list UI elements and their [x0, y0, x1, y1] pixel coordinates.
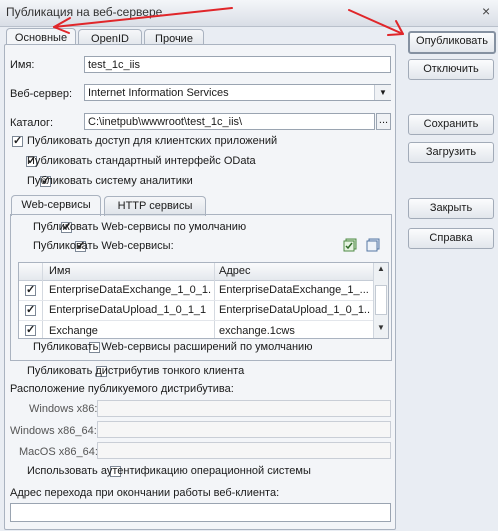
row-checkbox[interactable] — [25, 303, 36, 316]
client-access-label: Публиковать доступ для клиентских прилож… — [27, 135, 278, 147]
ws-default-label: Публиковать Web-сервисы по умолчанию — [33, 221, 247, 233]
win64-label: Windows x86_64: — [10, 425, 97, 437]
arrow-to-publish-button — [348, 9, 404, 35]
os-auth-label: Использовать аутентификацию операционной… — [27, 465, 311, 477]
browse-button[interactable]: ... — [376, 113, 391, 130]
uncheck-all-icon[interactable] — [366, 238, 380, 252]
table-row[interactable]: EnterpriseDataExchange_1_0_1... Enterpri… — [19, 281, 373, 300]
analytics-label: Публиковать систему аналитики — [27, 175, 193, 187]
table-scrollbar[interactable]: ▲ ▼ — [373, 263, 388, 338]
row-checkbox[interactable] — [25, 323, 36, 336]
ws-extensions-label: Публиковать Web-сервисы расширений по ум… — [33, 341, 313, 353]
table-row[interactable]: EnterpriseDataUpload_1_0_1_1 EnterpriseD… — [19, 301, 373, 320]
scroll-down-icon[interactable]: ▼ — [374, 323, 388, 336]
win86-label: Windows x86: — [29, 403, 98, 415]
tab-web-services[interactable]: Web-сервисы — [11, 195, 101, 216]
tab-web-services-label: Web-сервисы — [21, 199, 91, 211]
webserver-label: Веб-сервер: — [10, 88, 73, 100]
webserver-select[interactable]: Internet Information Services — [84, 84, 391, 101]
row-address: exchange.1cws — [219, 325, 295, 337]
row-address: EnterpriseDataExchange_1_... — [219, 284, 369, 296]
catalog-input[interactable]: C:\inetpub\wwwroot\test_1c_iis\ — [84, 113, 375, 130]
catalog-label: Каталог: — [10, 117, 54, 129]
row-name: Exchange — [49, 325, 98, 337]
table-row[interactable]: Exchange exchange.1cws — [19, 321, 373, 338]
row-name: EnterpriseDataExchange_1_0_1... — [49, 284, 212, 296]
tab-http-services[interactable]: HTTP сервисы — [104, 196, 206, 216]
webserver-value: Internet Information Services — [88, 87, 229, 99]
arrow-to-main-tab — [53, 7, 233, 28]
column-address-header[interactable]: Адрес — [219, 265, 251, 277]
scroll-thumb[interactable] — [375, 285, 387, 315]
web-services-table[interactable]: Имя Адрес EnterpriseDataExchange_1_0_1..… — [18, 262, 389, 339]
win64-input[interactable] — [97, 421, 391, 438]
row-address: EnterpriseDataUpload_1_0_1... — [219, 304, 371, 316]
row-checkbox[interactable] — [25, 283, 36, 296]
annotation-arrows — [53, 7, 404, 36]
win86-input[interactable] — [97, 400, 391, 417]
scroll-up-icon[interactable]: ▲ — [374, 264, 388, 277]
row-name: EnterpriseDataUpload_1_0_1_1 — [49, 304, 207, 316]
thin-client-label: Публиковать дистрибутив тонкого клиента — [27, 365, 245, 377]
column-name-header[interactable]: Имя — [49, 265, 70, 277]
load-button[interactable]: Загрузить — [408, 142, 494, 163]
tab-http-services-label: HTTP сервисы — [117, 200, 193, 212]
exit-url-input[interactable] — [10, 503, 391, 522]
save-button[interactable]: Сохранить — [408, 114, 494, 135]
exit-url-label: Адрес перехода при окончании работы веб-… — [10, 487, 280, 499]
chevron-down-icon[interactable]: ▼ — [374, 85, 391, 100]
mac-input[interactable] — [97, 442, 391, 459]
help-button[interactable]: Справка — [408, 228, 494, 249]
table-header — [19, 263, 373, 281]
mac-label: MacOS x86_64: — [19, 446, 98, 458]
client-access-checkbox[interactable] — [12, 134, 23, 147]
check-all-icon[interactable] — [343, 238, 357, 252]
close-button[interactable]: Закрыть — [408, 198, 494, 219]
odata-label: Публиковать стандартный интерфейс OData — [27, 155, 256, 167]
distribution-location-label: Расположение публикуемого дистрибутива: — [10, 383, 234, 395]
ws-publish-label: Публиковать Web-сервисы: — [33, 240, 174, 252]
